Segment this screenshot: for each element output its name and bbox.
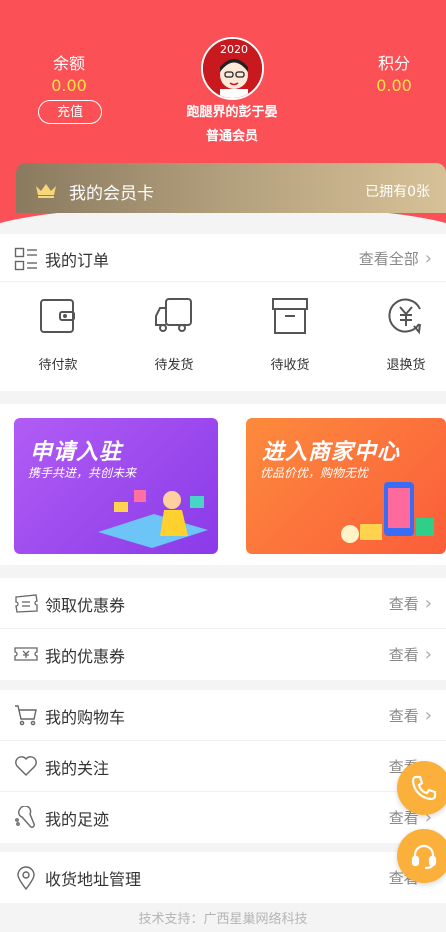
balance-label: 余额 <box>52 54 85 73</box>
tech-support-footer: 技术支持：广西星巢网络科技 <box>138 912 308 927</box>
member-card-count: 已拥有0张 <box>365 184 430 200</box>
order-list-icon <box>14 247 38 275</box>
box-icon <box>272 298 308 334</box>
call-button[interactable] <box>397 761 446 815</box>
order-status-label: 退换货 <box>386 358 426 373</box>
order-status-pending-receipt[interactable]: 待收货 <box>245 296 335 373</box>
apply-join-title: 申请入驻 <box>30 440 123 465</box>
shopping-menu: 我的购物车 查看 我的关注 查看 我的足迹 查看 <box>0 690 446 843</box>
phone-icon <box>411 775 437 801</box>
footprint-icon <box>14 805 38 832</box>
address-item[interactable]: 收货地址管理 查看 <box>0 852 446 903</box>
banner-section: 申请入驻 携手共进，共创未来 进入商家中心 优品价优，购物无忧 <box>0 404 446 565</box>
address-menu: 收货地址管理 查看 <box>0 852 446 903</box>
orders-section: 我的订单 查看全部 待付款 待发货 待收货 退换货 <box>0 234 446 391</box>
order-status-label: 待发货 <box>154 358 194 373</box>
cart-icon <box>14 704 38 730</box>
follow-label: 我的关注 <box>45 759 110 778</box>
username: 跑腿界的彭于晏 <box>186 105 278 120</box>
order-status-pending-payment[interactable]: 待付款 <box>13 296 103 373</box>
order-status-label: 待付款 <box>38 358 78 373</box>
apply-join-subtitle: 携手共进，共创未来 <box>28 466 137 480</box>
my-coupon-label: 我的优惠券 <box>45 647 126 666</box>
headset-icon <box>411 844 437 870</box>
member-card-bar[interactable]: 我的会员卡 已拥有0张 <box>16 163 446 213</box>
location-pin-icon <box>14 866 38 894</box>
member-level: 普通会员 <box>205 129 258 144</box>
crown-icon <box>35 182 57 202</box>
balance-block[interactable]: 余额 0.00 <box>24 52 114 96</box>
yuan-coupon-icon <box>14 643 38 669</box>
orders-title: 我的订单 <box>45 251 110 270</box>
avatar-image: 2020 <box>203 39 262 98</box>
my-coupon-view-link[interactable]: 查看 <box>389 644 432 665</box>
points-label: 积分 <box>377 54 410 73</box>
join-illustration <box>98 490 208 548</box>
points-block[interactable]: 积分 0.00 <box>349 52 439 96</box>
recharge-button[interactable]: 充值 <box>38 100 102 124</box>
my-coupon-item[interactable]: 我的优惠券 查看 <box>0 629 446 680</box>
avatar-year-text: 2020 <box>220 43 248 56</box>
merchant-center-title: 进入商家中心 <box>262 440 401 465</box>
get-coupon-label: 领取优惠券 <box>45 596 126 615</box>
coupon-ticket-icon <box>14 592 38 618</box>
follow-item[interactable]: 我的关注 查看 <box>0 741 446 792</box>
merchant-center-banner[interactable]: 进入商家中心 优品价优，购物无忧 <box>246 418 446 554</box>
avatar[interactable]: 2020 <box>201 37 264 100</box>
order-status-pending-shipment[interactable]: 待发货 <box>129 296 219 373</box>
order-status-label: 待收货 <box>270 358 310 373</box>
wallet-icon <box>40 299 75 333</box>
order-status-returns[interactable]: 退换货 <box>361 296 446 373</box>
yuan-refund-icon <box>388 298 421 335</box>
get-coupon-item[interactable]: 领取优惠券 查看 <box>0 578 446 629</box>
cart-item[interactable]: 我的购物车 查看 <box>0 690 446 741</box>
merchant-illustration <box>341 482 434 543</box>
apply-join-banner[interactable]: 申请入驻 携手共进，共创未来 <box>14 418 218 554</box>
customer-service-button[interactable] <box>397 829 446 883</box>
cart-view-link[interactable]: 查看 <box>389 705 432 726</box>
orders-header[interactable]: 我的订单 查看全部 <box>0 234 446 282</box>
truck-icon <box>155 298 192 332</box>
balance-value: 0.00 <box>51 76 87 95</box>
footprint-label: 我的足迹 <box>45 810 110 829</box>
heart-icon <box>14 755 38 781</box>
footprint-item[interactable]: 我的足迹 查看 <box>0 792 446 843</box>
address-label: 收货地址管理 <box>45 870 142 889</box>
view-all-orders-link[interactable]: 查看全部 <box>359 248 432 269</box>
get-coupon-view-link[interactable]: 查看 <box>389 593 432 614</box>
points-value: 0.00 <box>376 76 412 95</box>
cart-label: 我的购物车 <box>45 708 126 727</box>
member-card-title: 我的会员卡 <box>69 184 154 204</box>
coupon-menu: 领取优惠券 查看 我的优惠券 查看 <box>0 578 446 680</box>
